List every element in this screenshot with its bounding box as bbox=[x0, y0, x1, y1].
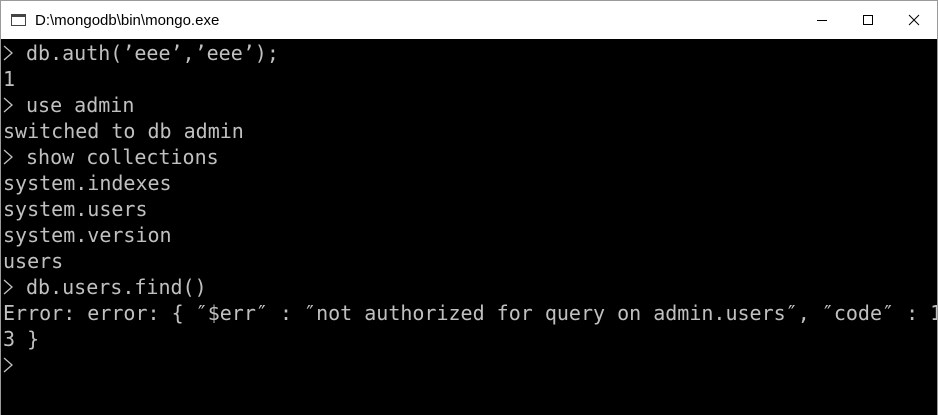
console-output-line: switched to db admin bbox=[3, 118, 937, 144]
maximize-button[interactable] bbox=[845, 1, 891, 39]
console-line-text: show collections bbox=[26, 145, 219, 169]
console-output-line: users bbox=[3, 248, 937, 274]
window-title: D:\mongodb\bin\mongo.exe bbox=[35, 11, 220, 29]
close-icon bbox=[908, 14, 920, 26]
prompt-chevron-icon bbox=[3, 357, 13, 373]
console-line-text: 3 } bbox=[3, 327, 40, 351]
console-window: D:\mongodb\bin\mongo.exe db.auth(’eee’,’… bbox=[0, 0, 938, 415]
console-window-icon bbox=[11, 14, 26, 26]
console-line-text: use admin bbox=[26, 93, 135, 117]
console-output-line: 1 bbox=[3, 66, 937, 92]
console-line-text: db.users.find() bbox=[26, 275, 207, 299]
console-output-line: system.indexes bbox=[3, 170, 937, 196]
console-input-line: use admin bbox=[3, 92, 937, 118]
title-bar[interactable]: D:\mongodb\bin\mongo.exe bbox=[1, 1, 937, 39]
console-input-line: db.users.find() bbox=[3, 274, 937, 300]
prompt-chevron-icon bbox=[3, 97, 13, 113]
console-line-text: users bbox=[3, 249, 64, 273]
console-line-text: db.auth(’eee’,’eee’); bbox=[26, 41, 279, 65]
console-line-text: 1 bbox=[3, 67, 16, 91]
prompt-chevron-icon bbox=[3, 149, 13, 165]
prompt-chevron-icon bbox=[3, 279, 13, 295]
console-output-line: system.users bbox=[3, 196, 937, 222]
console-output-line: 3 } bbox=[3, 326, 937, 352]
console-output-line: system.version bbox=[3, 222, 937, 248]
close-button[interactable] bbox=[891, 1, 937, 39]
console-line-text: Error: error: { ″$err″ : ″not authorized… bbox=[3, 301, 937, 325]
console-line-text: system.indexes bbox=[3, 171, 172, 195]
prompt-chevron-icon bbox=[3, 45, 13, 61]
console-line-text: system.version bbox=[3, 223, 172, 247]
console-input-line bbox=[3, 352, 937, 378]
console-line-text: system.users bbox=[3, 197, 148, 221]
console-input-line: show collections bbox=[3, 144, 937, 170]
window-controls bbox=[799, 1, 937, 39]
console-input-line: db.auth(’eee’,’eee’); bbox=[3, 40, 937, 66]
console-output-area[interactable]: db.auth(’eee’,’eee’); 1 use admin switched … bbox=[1, 39, 937, 415]
minimize-button[interactable] bbox=[799, 1, 845, 39]
maximize-icon bbox=[863, 15, 873, 25]
minimize-icon bbox=[817, 20, 827, 21]
console-output-line: Error: error: { ″$err″ : ″not authorized… bbox=[3, 300, 937, 326]
console-line-text: switched to db admin bbox=[3, 119, 244, 143]
